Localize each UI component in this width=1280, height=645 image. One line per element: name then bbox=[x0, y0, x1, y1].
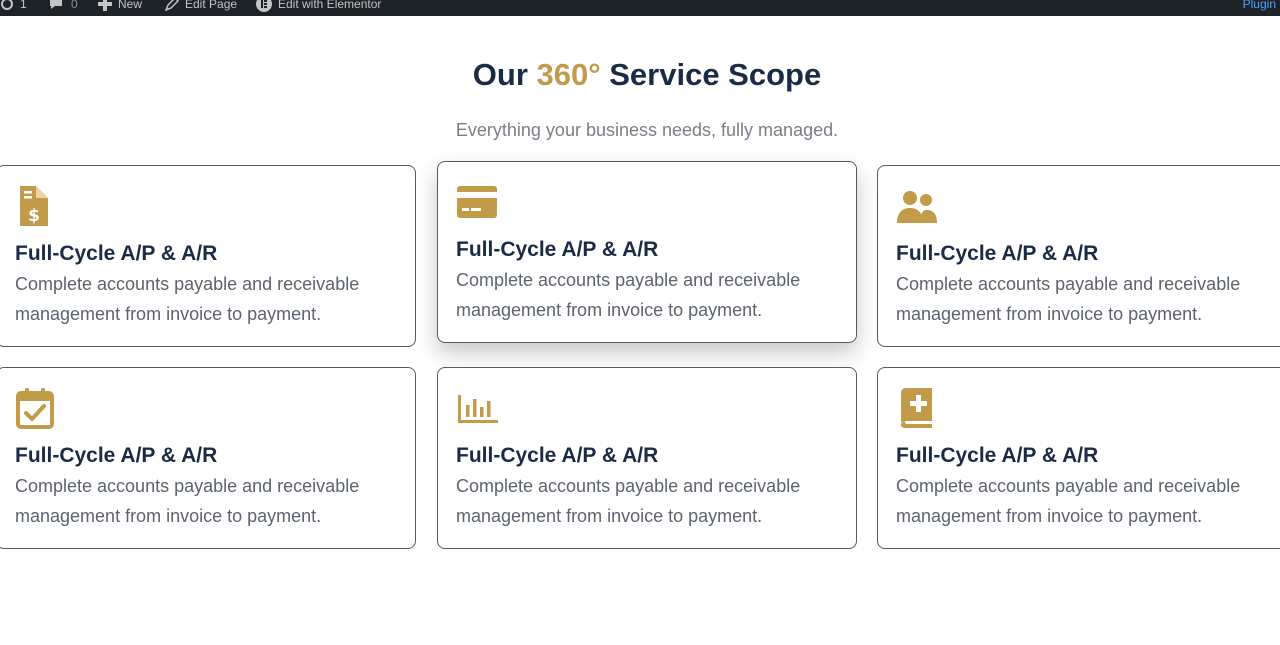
admin-new[interactable]: New bbox=[98, 0, 142, 12]
card-title: Full-Cycle A/P & A/R bbox=[456, 238, 659, 261]
card-description: Complete accounts payable and receivable… bbox=[896, 476, 1241, 526]
admin-comments[interactable]: 0 bbox=[49, 0, 78, 12]
admin-right-link[interactable]: Plugin bbox=[1243, 0, 1276, 12]
service-card[interactable]: Full-Cycle A/P & A/R Complete accounts p… bbox=[437, 367, 857, 549]
card-description: Complete accounts payable and receivable… bbox=[896, 274, 1241, 324]
section-title-suffix: Service Scope bbox=[600, 57, 822, 92]
card-title: Full-Cycle A/P & A/R bbox=[456, 444, 659, 467]
service-card[interactable]: $ Full-Cycle A/P & A/R Complete accounts… bbox=[0, 165, 416, 347]
comment-icon bbox=[50, 0, 62, 9]
users-icon bbox=[897, 191, 937, 223]
admin-comments-count: 0 bbox=[71, 0, 78, 11]
admin-bar: 1 0 New Edit Page Edit with Elementor Pl… bbox=[0, 0, 1280, 16]
medical-book-icon bbox=[901, 388, 932, 428]
elementor-icon bbox=[256, 0, 272, 12]
admin-updates[interactable]: 1 bbox=[0, 0, 27, 12]
service-card[interactable]: Full-Cycle A/P & A/R Complete accounts p… bbox=[0, 367, 416, 549]
admin-edit-page[interactable]: Edit Page bbox=[165, 0, 237, 12]
service-card[interactable]: Full-Cycle A/P & A/R Complete accounts p… bbox=[877, 165, 1280, 347]
service-card[interactable]: Full-Cycle A/P & A/R Complete accounts p… bbox=[437, 161, 857, 343]
svg-text:$: $ bbox=[28, 206, 40, 226]
section-subtitle: Everything your business needs, fully ma… bbox=[455, 120, 839, 140]
admin-new-label: New bbox=[118, 0, 143, 11]
admin-elementor[interactable]: Edit with Elementor bbox=[256, 0, 381, 12]
card-description: Complete accounts payable and receivable… bbox=[15, 476, 360, 526]
card-title: Full-Cycle A/P & A/R bbox=[15, 444, 218, 467]
card-description: Complete accounts payable and receivable… bbox=[15, 274, 360, 324]
refresh-icon bbox=[1, 0, 13, 10]
service-card[interactable]: Full-Cycle A/P & A/R Complete accounts p… bbox=[877, 367, 1280, 549]
card-title: Full-Cycle A/P & A/R bbox=[896, 242, 1099, 265]
admin-edit-page-label: Edit Page bbox=[185, 0, 238, 11]
card-description: Complete accounts payable and receivable… bbox=[456, 476, 801, 526]
plus-icon bbox=[98, 0, 112, 11]
credit-card-icon bbox=[457, 186, 497, 218]
section-title: Our 360° Service Scope bbox=[0, 55, 1280, 95]
pencil-icon bbox=[165, 0, 179, 11]
invoice-dollar-icon: $ bbox=[20, 186, 48, 226]
bar-chart-icon bbox=[458, 395, 498, 423]
section-title-prefix: Our bbox=[472, 57, 537, 92]
card-title: Full-Cycle A/P & A/R bbox=[15, 242, 218, 265]
card-description: Complete accounts payable and receivable… bbox=[456, 270, 801, 320]
card-title: Full-Cycle A/P & A/R bbox=[896, 444, 1099, 467]
section-title-accent: 360° bbox=[536, 57, 601, 92]
admin-updates-count: 1 bbox=[20, 0, 27, 11]
admin-elementor-label: Edit with Elementor bbox=[278, 0, 382, 11]
calendar-check-icon bbox=[16, 388, 54, 429]
